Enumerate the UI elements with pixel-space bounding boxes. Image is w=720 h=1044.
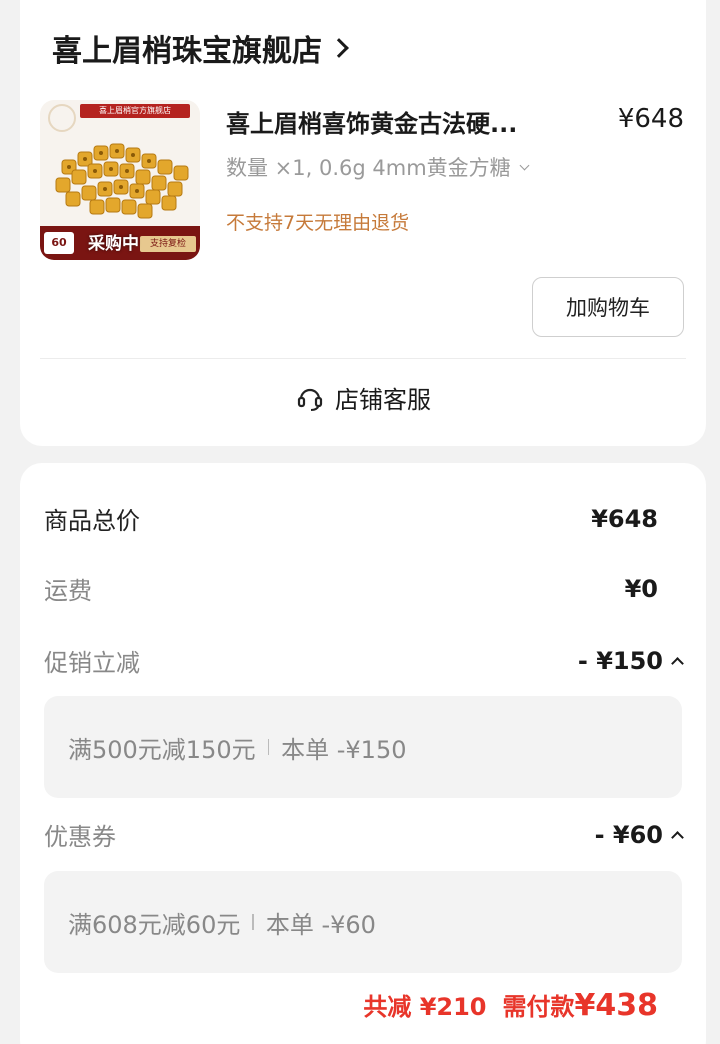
store-service-label: 店铺客服 <box>335 386 431 414</box>
promo-toggle[interactable]: - ¥150 <box>577 646 684 675</box>
coupon-detail-amount: 本单 -¥60 <box>265 910 376 939</box>
product-spec-selector[interactable]: 数量 ×1, 0.6g 4mm黄金方糖 <box>226 152 530 182</box>
add-to-cart-button[interactable]: 加购物车 <box>532 277 684 337</box>
chevron-up-icon <box>671 831 684 844</box>
store-service-button[interactable]: 店铺客服 <box>20 380 706 415</box>
promo-detail-rule: 满500元减150元 <box>68 735 256 764</box>
coupon-toggle[interactable]: - ¥60 <box>594 820 684 849</box>
chevron-right-icon <box>329 38 349 58</box>
product-price: ¥648 <box>617 104 684 134</box>
promo-row[interactable]: 促销立减 - ¥150 <box>44 643 684 678</box>
divider <box>40 358 686 359</box>
total-price-label: 商品总价 <box>44 507 140 535</box>
purchase-status: 采购中 <box>88 234 139 254</box>
store-link[interactable]: 喜上眉梢珠宝旗舰店 <box>52 26 349 70</box>
chevron-up-icon <box>671 657 684 670</box>
total-price-value: ¥648 <box>591 504 658 533</box>
return-policy-note: 不支持7天无理由退货 <box>226 212 410 234</box>
thumb-price: 60 <box>44 232 74 254</box>
coupon-detail-rule: 满608元减60元 <box>68 910 241 939</box>
promo-detail: 满500元减150元 本单 -¥150 <box>44 696 682 798</box>
separator <box>267 739 270 755</box>
pay-label: 需付款 <box>502 993 575 1021</box>
shipping-label: 运费 <box>44 577 92 605</box>
coupon-value: - ¥60 <box>594 820 663 849</box>
payment-summary: 共减 ¥210 需付款 ¥438 <box>363 987 658 1023</box>
headset-icon <box>297 388 323 411</box>
promo-detail-amount: 本单 -¥150 <box>281 735 407 764</box>
pay-amount: ¥438 <box>574 988 659 1023</box>
coupon-label: 优惠券 <box>44 823 116 851</box>
total-price-row: 商品总价 ¥648 <box>44 501 682 536</box>
coupon-row[interactable]: 优惠券 - ¥60 <box>44 817 684 852</box>
order-item-card: 喜上眉梢珠宝旗舰店 喜上眉梢官方旗舰店 60 支持复检 采购中 喜上眉梢喜饰黄金… <box>20 0 706 446</box>
coupon-detail: 满608元减60元 本单 -¥60 <box>44 871 682 973</box>
store-name: 喜上眉梢珠宝旗舰店 <box>52 34 322 69</box>
product-spec: 数量 ×1, 0.6g 4mm黄金方糖 <box>226 156 511 180</box>
product-thumbnail[interactable]: 喜上眉梢官方旗舰店 60 支持复检 采购中 <box>40 100 200 260</box>
separator <box>252 914 254 930</box>
promo-label: 促销立减 <box>44 649 140 677</box>
thumb-tag: 支持复检 <box>140 236 196 252</box>
chevron-down-icon <box>519 160 530 170</box>
price-summary-card: 商品总价 ¥648 运费 ¥0 促销立减 - ¥150 满500元减150元 本… <box>20 463 706 1044</box>
total-reduction: 共减 ¥210 <box>363 993 487 1021</box>
promo-value: - ¥150 <box>577 646 663 675</box>
product-title[interactable]: 喜上眉梢喜饰黄金古法硬... <box>226 104 566 139</box>
shipping-row: 运费 ¥0 <box>44 571 682 606</box>
shipping-value: ¥0 <box>624 574 658 603</box>
